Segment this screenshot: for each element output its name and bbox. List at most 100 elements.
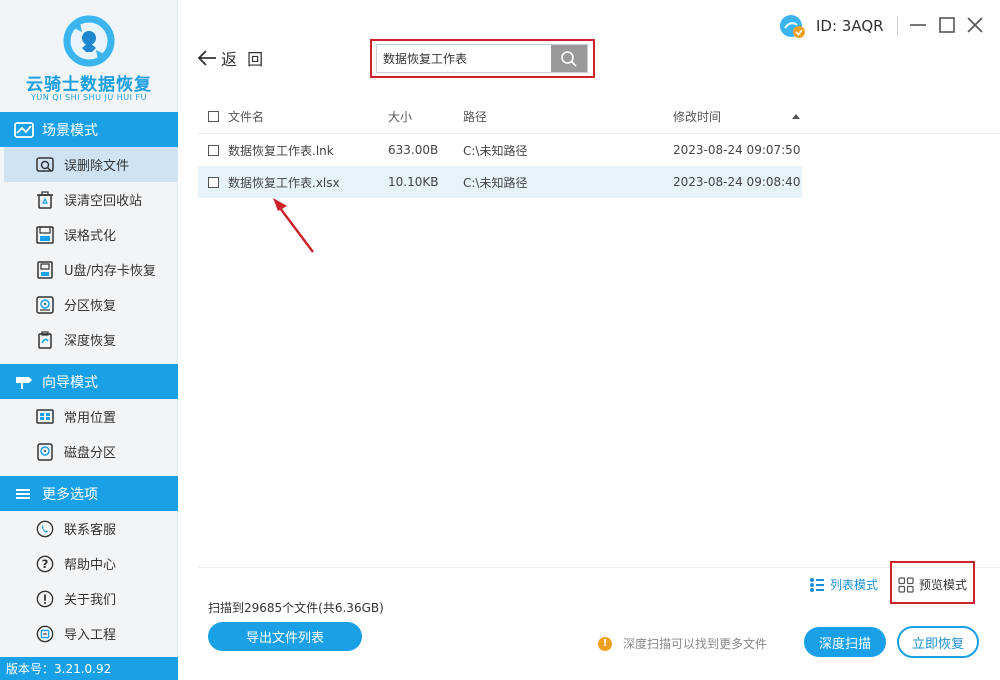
minimize-button[interactable]	[907, 14, 929, 36]
sidebar: 云骑士数据恢复 YUN QI SHI SHU JU HUI FU 场景模式 误删…	[0, 0, 178, 680]
sidebar-item-label: 误删除文件	[64, 159, 130, 174]
file-path: C:\未知路径	[463, 175, 528, 190]
sidebar-item-label: U盘/内存卡恢复	[64, 264, 156, 279]
version-label: 版本号：3.21.0.92	[0, 657, 178, 680]
search-button[interactable]	[551, 45, 587, 72]
sidebar-item-disk-partition[interactable]: 磁盘分区	[0, 434, 178, 469]
app-logo: 云骑士数据恢复 YUN QI SHI SHU JU HUI FU	[0, 0, 178, 110]
sidebar-item-label: 磁盘分区	[64, 446, 117, 461]
sidebar-item-partition[interactable]: 分区恢复	[0, 287, 178, 322]
list-mode-label: 列表模式	[830, 578, 879, 592]
arrow-left-icon	[197, 50, 216, 66]
sidebar-item-label: 关于我们	[64, 593, 117, 608]
footer-divider	[198, 567, 1000, 568]
select-all-checkbox[interactable]	[208, 110, 219, 122]
close-button[interactable]	[964, 14, 986, 36]
svg-text:?: ?	[42, 557, 49, 571]
sidebar-item-label: 常用位置	[64, 411, 117, 426]
deep-recover-icon	[36, 330, 54, 349]
usb-card-icon	[36, 260, 54, 279]
account-id: ID: 3AQR	[816, 17, 884, 35]
search-input[interactable]	[377, 45, 551, 72]
search-box	[376, 44, 588, 73]
deleted-file-icon	[36, 156, 54, 174]
file-modified-time: 2023-08-24 09:07:50	[673, 143, 801, 157]
sidebar-item-label: 误格式化	[64, 229, 117, 244]
table-row[interactable]: 数据恢复工作表.lnk 633.00B C:\未知路径 2023-08-24 0…	[198, 134, 802, 166]
table-header: 文件名 大小 路径 修改时间	[198, 99, 1000, 134]
window-controls-divider	[897, 16, 898, 36]
sidebar-item-about-us[interactable]: 关于我们	[0, 581, 178, 616]
file-table: 文件名 大小 路径 修改时间 数据恢复工作表.lnk 633.00B C:\未知…	[198, 99, 1000, 198]
annotation-arrow-icon	[273, 198, 314, 253]
logo-emblem-icon	[62, 14, 116, 68]
back-button[interactable]: 返 回	[197, 46, 263, 70]
exclamation-icon	[36, 590, 54, 608]
list-mode-button[interactable]: 列表模式	[809, 576, 878, 593]
section-guide-mode: 向导模式	[0, 364, 178, 399]
grid-view-icon	[898, 576, 914, 593]
import-icon	[36, 625, 54, 643]
scene-icon	[14, 121, 34, 138]
sidebar-item-label: 导入工程	[64, 628, 117, 643]
account-avatar-icon[interactable]	[778, 13, 806, 39]
column-header-modified[interactable]: 修改时间	[673, 108, 721, 125]
deep-scan-button[interactable]: 深度扫描	[804, 627, 886, 657]
question-icon: ?	[36, 555, 54, 573]
signpost-icon	[14, 374, 34, 390]
maximize-icon	[939, 17, 955, 33]
section-title: 更多选项	[42, 486, 98, 503]
deep-scan-tip: ! 深度扫描可以找到更多文件	[598, 635, 767, 652]
preview-mode-button[interactable]: 预览模式	[898, 576, 967, 593]
file-name: 数据恢复工作表.xlsx	[228, 175, 340, 190]
warning-icon: !	[598, 636, 612, 651]
scan-summary: 扫描到29685个文件(共6.36GB)	[208, 601, 384, 615]
section-more-options: 更多选项	[0, 476, 178, 511]
sidebar-item-recycle-bin[interactable]: 误清空回收站	[0, 182, 178, 217]
sidebar-item-common-locations[interactable]: 常用位置	[0, 399, 178, 434]
recycle-bin-icon	[36, 190, 54, 209]
logo-subtitle: YUN QI SHI SHU JU HUI FU	[31, 93, 147, 102]
sidebar-item-deleted-files[interactable]: 误删除文件	[4, 147, 178, 182]
back-label: 返 回	[221, 50, 264, 69]
sidebar-item-help-center[interactable]: ? 帮助中心	[0, 546, 178, 581]
search-icon	[561, 50, 577, 67]
sidebar-item-label: 误清空回收站	[64, 194, 143, 209]
minimize-icon	[910, 24, 926, 26]
disk-icon	[36, 442, 54, 461]
file-modified-time: 2023-08-24 09:08:40	[673, 175, 801, 189]
sidebar-item-usb-card[interactable]: U盘/内存卡恢复	[0, 252, 178, 287]
format-icon	[36, 225, 54, 244]
column-header-path[interactable]: 路径	[463, 108, 487, 125]
export-file-list-button[interactable]: 导出文件列表	[208, 622, 362, 651]
sidebar-item-contact-support[interactable]: 联系客服	[0, 511, 178, 546]
sidebar-item-label: 分区恢复	[64, 299, 117, 314]
recover-now-button[interactable]: 立即恢复	[897, 626, 979, 658]
sidebar-item-deep-recover[interactable]: 深度恢复	[0, 322, 178, 357]
section-scene-mode: 场景模式	[0, 112, 178, 147]
partition-icon	[36, 295, 54, 314]
sidebar-item-format[interactable]: 误格式化	[0, 217, 178, 252]
phone-icon	[36, 520, 54, 538]
file-size: 10.10KB	[388, 175, 439, 189]
sidebar-item-import-project[interactable]: 导入工程	[0, 616, 178, 651]
menu-icon	[14, 486, 34, 502]
sidebar-item-label: 深度恢复	[64, 334, 117, 349]
section-title: 向导模式	[42, 374, 98, 391]
column-header-name[interactable]: 文件名	[228, 108, 264, 125]
windows-icon	[36, 408, 54, 426]
logo-title: 云骑士数据恢复	[26, 75, 152, 95]
row-checkbox[interactable]	[208, 144, 219, 156]
maximize-button[interactable]	[936, 14, 958, 36]
section-title: 场景模式	[42, 122, 98, 139]
sidebar-item-label: 帮助中心	[64, 558, 117, 573]
file-size: 633.00B	[388, 143, 439, 157]
sort-ascending-icon[interactable]	[792, 113, 800, 119]
close-icon	[967, 17, 983, 33]
sidebar-item-label: 联系客服	[64, 523, 117, 538]
list-view-icon	[810, 577, 824, 592]
preview-mode-label: 预览模式	[919, 578, 968, 592]
row-checkbox[interactable]	[208, 176, 219, 188]
column-header-size[interactable]: 大小	[388, 108, 412, 125]
file-name: 数据恢复工作表.lnk	[228, 143, 334, 158]
